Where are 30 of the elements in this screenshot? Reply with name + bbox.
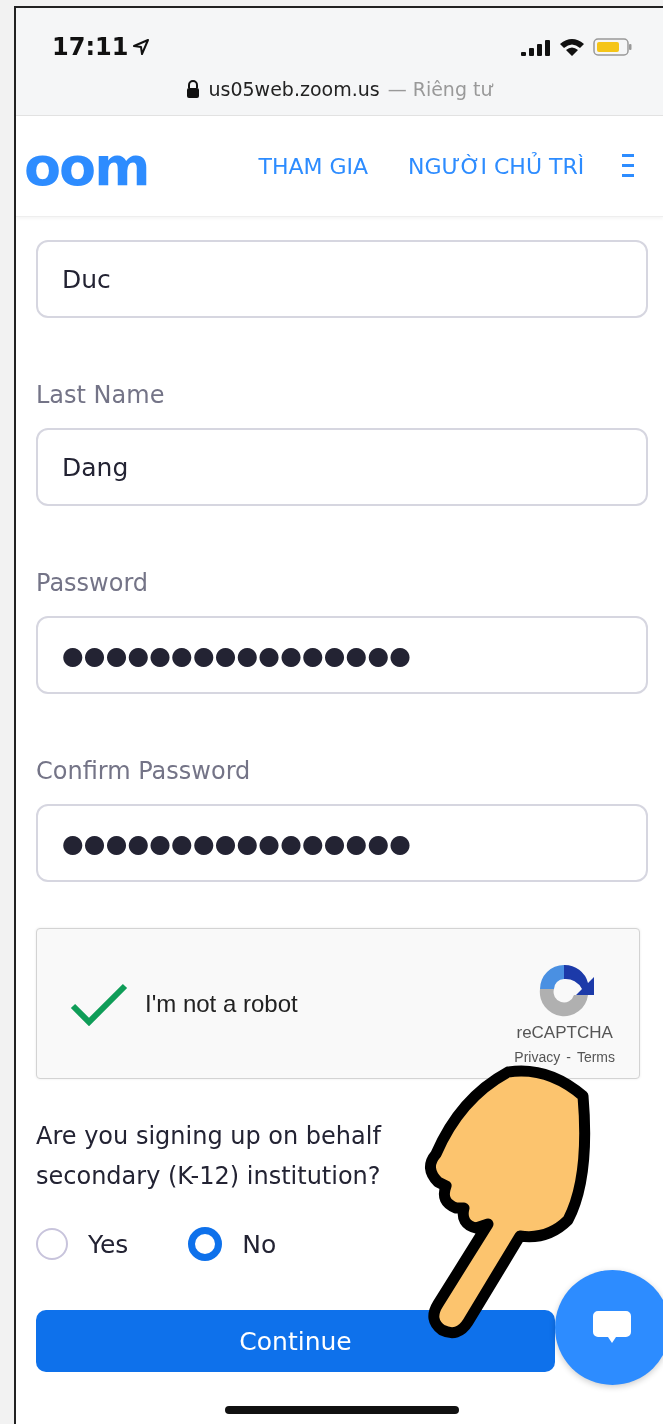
url-domain[interactable]: us05web.zoom.us [208, 78, 380, 100]
radio-option[interactable]: No [188, 1227, 277, 1261]
question-text: Are you signing up on behalf [36, 1121, 383, 1152]
input-field[interactable]: ●●●●●●●●●●●●●●●● [36, 616, 648, 694]
radio-icon[interactable] [36, 1228, 68, 1260]
url-label: — Riêng tư [387, 78, 493, 100]
menu-icon[interactable] [622, 152, 635, 180]
radio-icon[interactable] [188, 1227, 223, 1261]
field-label: Last Name [36, 380, 166, 410]
lock-icon [186, 80, 201, 98]
field-label: Password [36, 568, 150, 598]
status-time: 17:11 [52, 33, 151, 61]
input-field[interactable]: Duc [36, 240, 648, 318]
captcha-label: I'm not a robot [145, 989, 299, 1018]
captcha-brand: reCAPTCHA [516, 1022, 613, 1043]
chat-bubble-icon [593, 1310, 631, 1345]
terms-link[interactable]: Terms [576, 1048, 615, 1065]
battery-icon [593, 37, 633, 57]
question-text: secondary (K-12) institution? [36, 1161, 382, 1192]
check-icon[interactable] [69, 981, 129, 1026]
separator: - [566, 1048, 571, 1065]
location-arrow-icon [132, 38, 151, 56]
radio-option[interactable]: Yes [36, 1228, 129, 1260]
input-field[interactable]: Dang [36, 428, 648, 506]
privacy-link[interactable]: Privacy [514, 1048, 561, 1065]
wifi-icon [559, 38, 585, 56]
continue-button[interactable]: Continue [36, 1310, 555, 1372]
signal-icon [521, 38, 551, 56]
field-label: Confirm Password [36, 756, 252, 786]
input-field[interactable]: ●●●●●●●●●●●●●●●● [36, 804, 648, 882]
